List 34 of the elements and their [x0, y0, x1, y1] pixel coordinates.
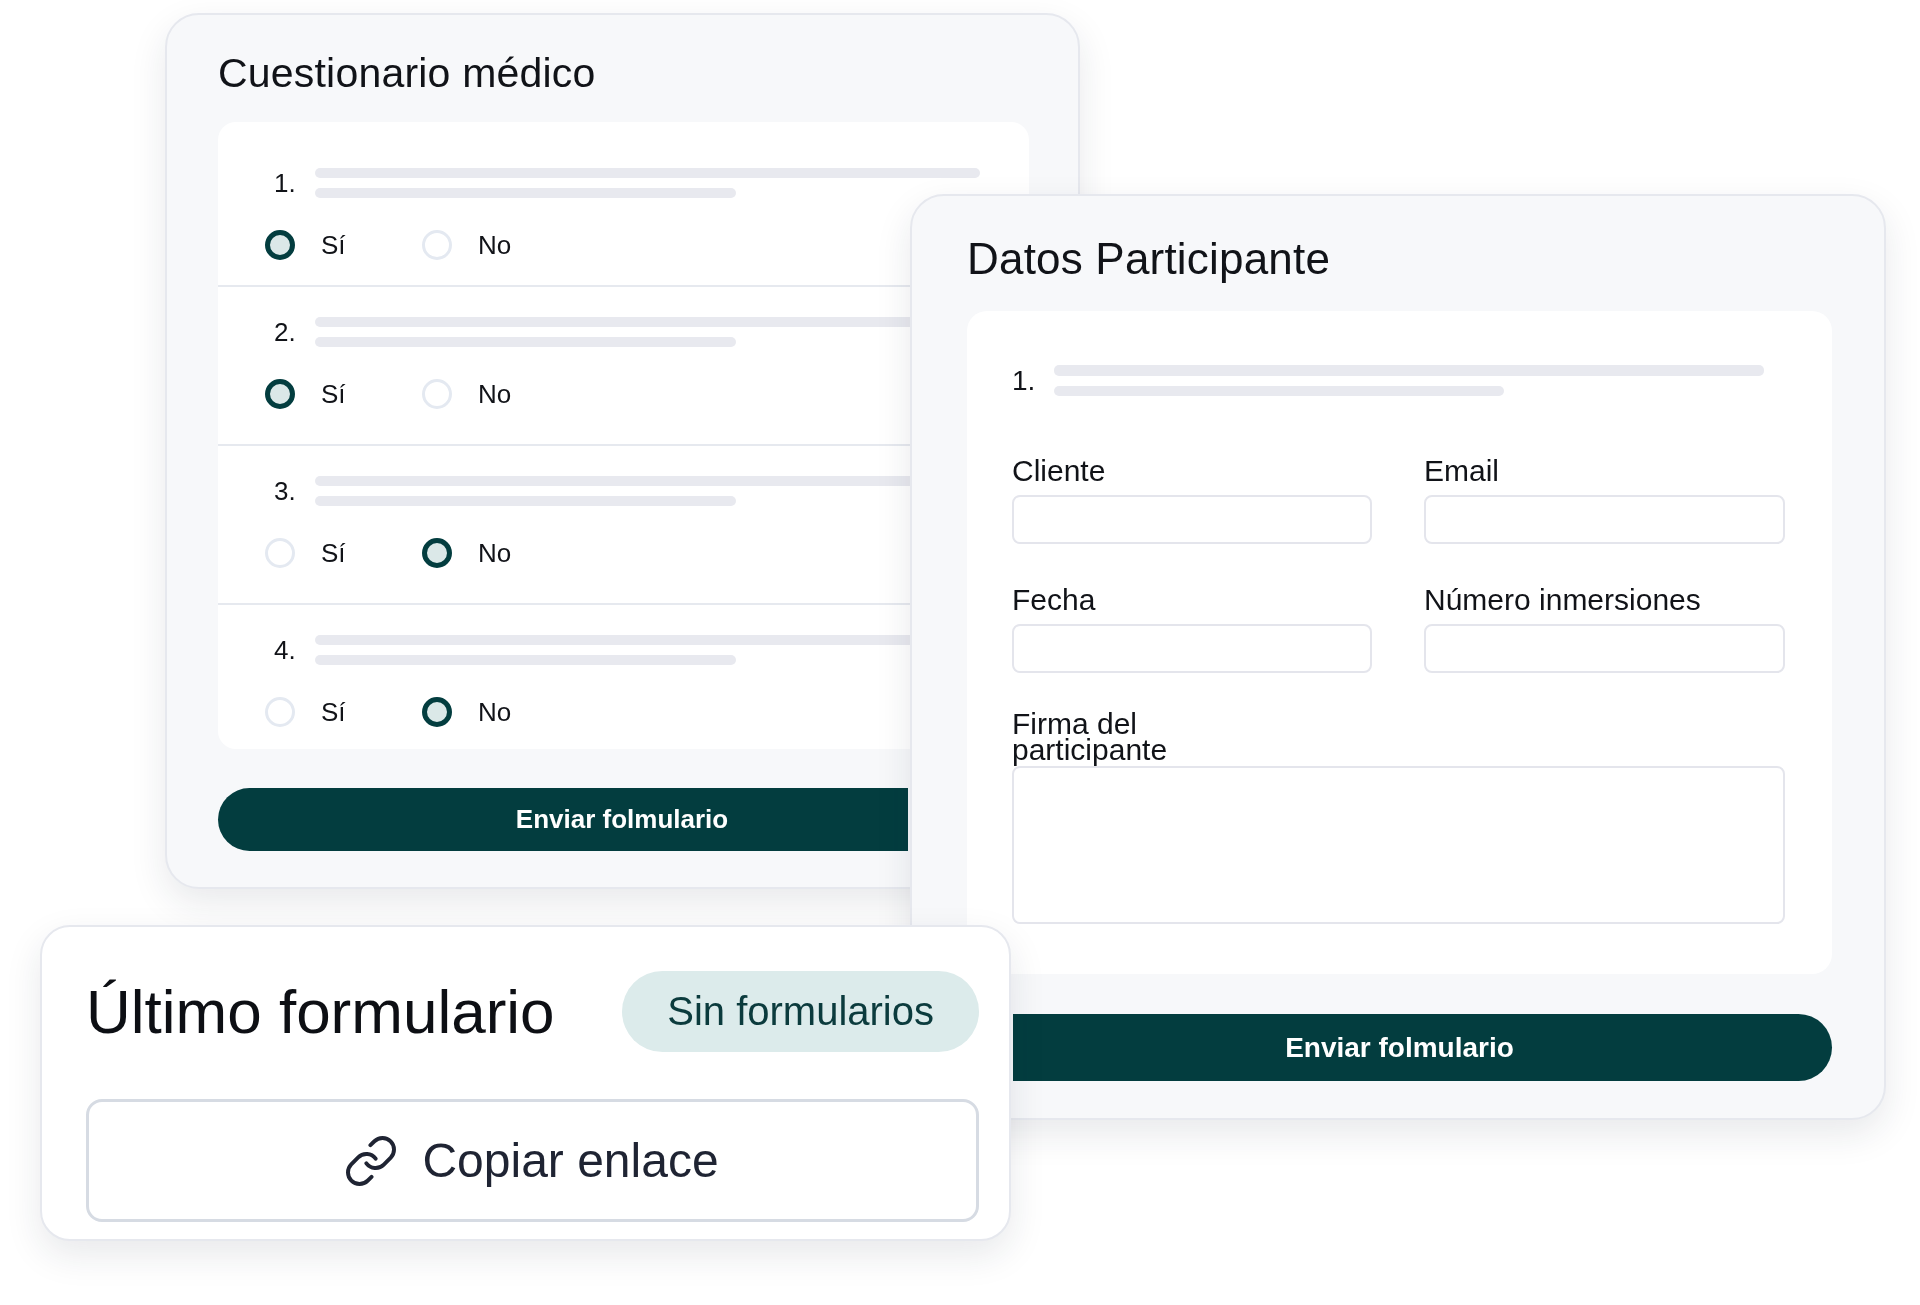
option-label[interactable]: No [478, 230, 512, 260]
question-number: 1. [1012, 365, 1037, 396]
field-label: Número inmersiones [1424, 582, 1702, 618]
card-title: Datos Participante [967, 233, 1332, 285]
option-label[interactable]: No [478, 697, 512, 727]
question-number: 2. [274, 317, 297, 347]
option-label[interactable]: Sí [321, 538, 346, 568]
input-field[interactable] [1424, 624, 1785, 673]
field-label: Fecha [1012, 582, 1097, 618]
option-label[interactable]: Sí [321, 379, 346, 409]
question-number: 3. [274, 476, 297, 506]
radio-button[interactable] [265, 379, 295, 409]
option-label[interactable]: Sí [321, 697, 346, 727]
field-label: Email [1424, 453, 1500, 489]
signature-field[interactable] [1012, 766, 1785, 924]
input-field[interactable] [1012, 495, 1372, 544]
option-label[interactable]: No [478, 538, 512, 568]
option-label[interactable]: Sí [321, 230, 346, 260]
status-badge: Sin formularios [622, 971, 979, 1052]
input-field[interactable] [1012, 624, 1372, 673]
question-number: 1. [274, 168, 297, 198]
input-field[interactable] [1424, 495, 1785, 544]
copy-link-button[interactable]: Copiar enlace [86, 1099, 979, 1222]
card-title: Cuestionario médico [218, 49, 597, 98]
radio-button[interactable] [422, 697, 452, 727]
question-number: 4. [274, 635, 297, 665]
field-label: Cliente [1012, 453, 1107, 489]
radio-button[interactable] [422, 538, 452, 568]
submit-button[interactable]: Enviar folmulario [1013, 1014, 1832, 1081]
card-title: Último formulario [86, 975, 555, 1048]
link-icon [346, 1135, 397, 1186]
submit-button[interactable]: Enviar folmulario [218, 788, 908, 851]
radio-button[interactable] [265, 230, 295, 260]
option-label[interactable]: No [478, 379, 512, 409]
